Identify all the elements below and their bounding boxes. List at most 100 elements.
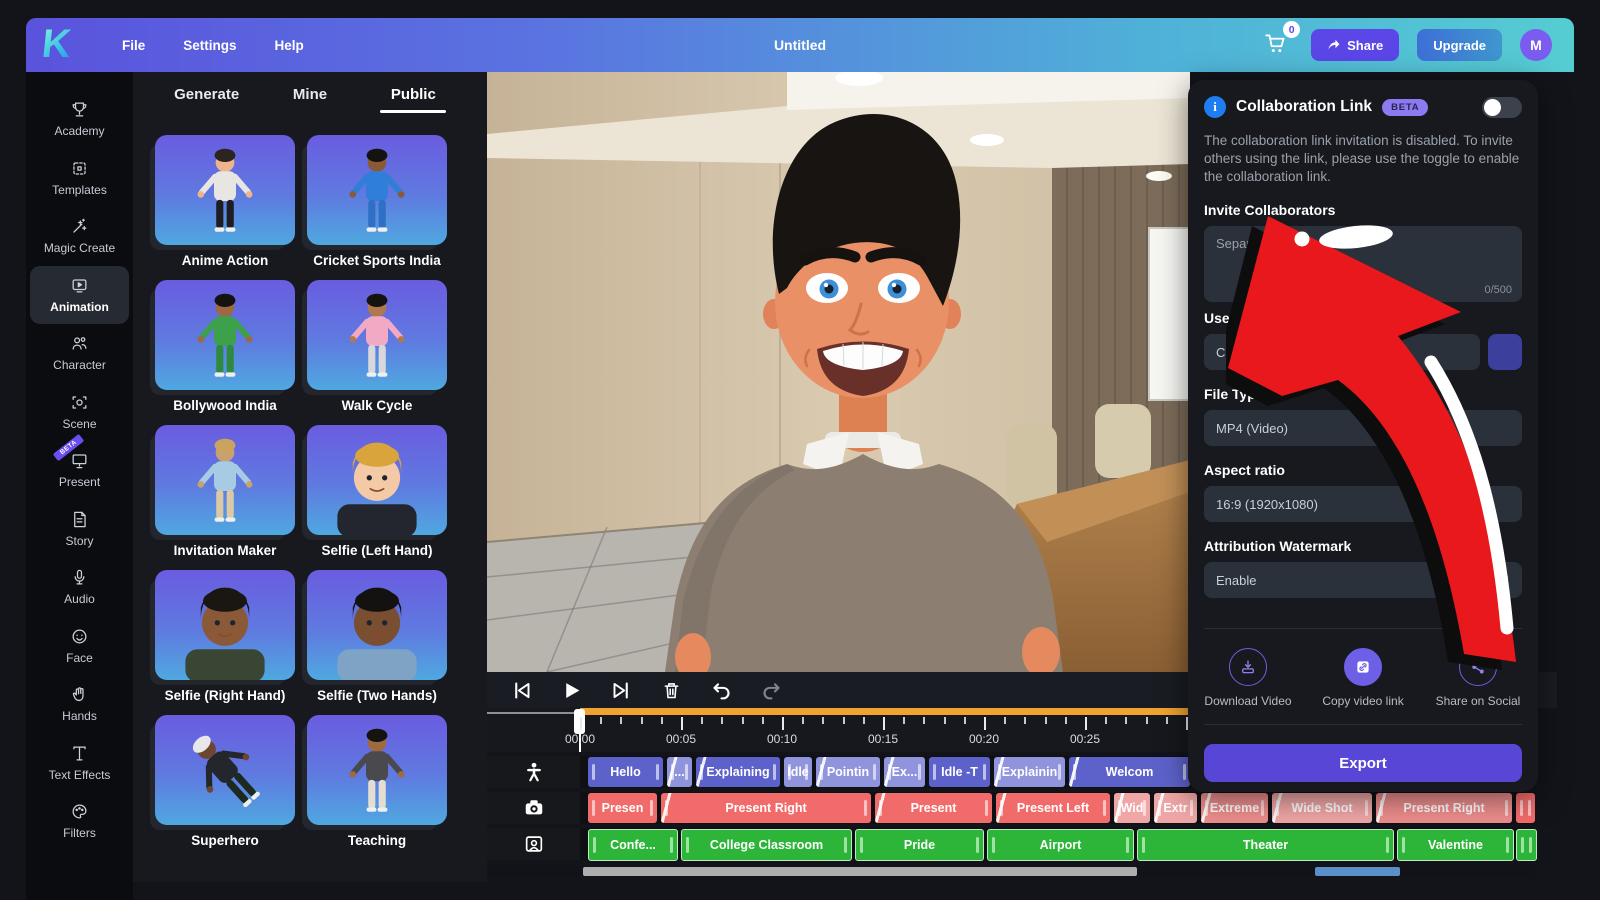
export-button[interactable]: Export [1204, 744, 1522, 782]
sidebar-item-story[interactable]: Story [30, 500, 129, 559]
sidebar-item-character[interactable]: Character [30, 324, 129, 383]
timeline-clip[interactable]: Explainin [994, 757, 1065, 787]
motion-track-header[interactable] [487, 756, 580, 788]
animation-thumbnail[interactable] [155, 715, 295, 825]
invite-collaborators-input[interactable]: Separate e 0/500 [1204, 226, 1522, 302]
sidebar-item-magic-create[interactable]: Magic Create [30, 207, 129, 266]
animation-thumbnail[interactable] [307, 570, 447, 680]
timeline-clip[interactable]: Explaining [696, 757, 780, 787]
cart-button[interactable]: 0 [1263, 30, 1293, 60]
timeline-clip[interactable]: College Classroom [681, 829, 852, 861]
timeline-clip[interactable]: Hello [588, 757, 663, 787]
timeline-clip[interactable]: Pride [855, 829, 984, 861]
animation-card[interactable]: Invitation Maker [155, 425, 295, 558]
scene-track-header[interactable] [487, 828, 580, 860]
timeline-clip[interactable]: Present Right [661, 793, 871, 823]
timeline-clip[interactable]: Present [875, 793, 992, 823]
animation-card[interactable]: Selfie (Two Hands) [307, 570, 447, 703]
animation-card-label: Walk Cycle [307, 390, 447, 413]
tab-public[interactable]: Public [362, 86, 465, 113]
tab-generate[interactable]: Generate [155, 86, 258, 113]
video-preview-canvas[interactable] [487, 72, 1190, 672]
animation-card[interactable]: Superhero [155, 715, 295, 848]
sidebar-item-text-effects[interactable]: Text Effects [30, 734, 129, 793]
redo-button[interactable] [759, 678, 783, 702]
timeline-clip[interactable]: Idle [784, 757, 812, 787]
transition-mark [1201, 793, 1221, 823]
collaboration-toggle[interactable] [1482, 97, 1522, 118]
timeline-scrollbar[interactable] [487, 866, 1535, 877]
animation-thumbnail[interactable] [307, 280, 447, 390]
timeline-clip[interactable]: Confe... [588, 829, 678, 861]
camera-track-header[interactable] [487, 792, 580, 824]
panel-description: The collaboration link invitation is dis… [1204, 132, 1524, 185]
download-video-action[interactable]: Download Video [1192, 648, 1304, 708]
timeline-clip[interactable]: Extreme [1201, 793, 1268, 823]
animation-thumbnail[interactable] [307, 715, 447, 825]
timeline-clip[interactable]: Wid [1114, 793, 1150, 823]
share-on-social-action[interactable]: Share on Social [1422, 648, 1534, 708]
animation-card[interactable]: Teaching [307, 715, 447, 848]
animation-card[interactable]: Bollywood India [155, 280, 295, 413]
skip-to-end-button[interactable] [609, 678, 633, 702]
delete-button[interactable] [659, 678, 683, 702]
copy-video-link-action[interactable]: Copy video link [1307, 648, 1419, 708]
animation-card[interactable]: Walk Cycle [307, 280, 447, 413]
timeline-clip[interactable]: Present Right [1376, 793, 1512, 823]
animation-card[interactable]: Selfie (Right Hand) [155, 570, 295, 703]
animation-card[interactable]: Selfie (Left Hand) [307, 425, 447, 558]
user-avatar[interactable]: M [1520, 29, 1552, 61]
sidebar-item-face[interactable]: Face [30, 617, 129, 676]
timeline-clip[interactable]: Airport [987, 829, 1134, 861]
timeline-clip[interactable]: ... [667, 757, 692, 787]
animation-thumbnail[interactable] [155, 570, 295, 680]
animation-thumbnail[interactable] [307, 425, 447, 535]
share-button[interactable]: Share [1311, 29, 1399, 61]
watermark-select[interactable]: Enable ∨ [1204, 562, 1522, 598]
sidebar-item-audio[interactable]: Audio [30, 558, 129, 617]
sidebar-item-present[interactable]: BETA Present [30, 441, 129, 500]
sidebar-item-scene[interactable]: Scene [30, 383, 129, 442]
sidebar-item-animation[interactable]: Animation [30, 266, 129, 325]
timeline-clip[interactable]: Presen [588, 793, 657, 823]
animation-card[interactable]: Anime Action [155, 135, 295, 268]
skip-to-start-button[interactable] [509, 678, 533, 702]
aspect-ratio-select[interactable]: 16:9 (1920x1080) [1204, 486, 1522, 522]
permission-select[interactable]: Can View [1204, 334, 1480, 370]
timeline-clip[interactable]: Theater [1137, 829, 1394, 861]
ruler-tick [721, 717, 723, 724]
sidebar-item-filters[interactable]: Filters [30, 792, 129, 851]
timeline-clip[interactable]: Valentine [1397, 829, 1514, 861]
animation-thumbnail[interactable] [307, 135, 447, 245]
sidebar-item-academy[interactable]: Academy [30, 90, 129, 149]
scrollbar-thumb[interactable] [583, 867, 1137, 876]
timeline-clip[interactable] [1516, 793, 1535, 823]
invite-send-button[interactable] [1488, 334, 1522, 370]
timeline-clip[interactable]: Idle -T [929, 757, 990, 787]
animation-card[interactable]: Cricket Sports India [307, 135, 447, 268]
sidebar-item-templates[interactable]: Templates [30, 149, 129, 208]
animation-thumbnail[interactable] [155, 280, 295, 390]
timeline-clip[interactable]: Pointin [816, 757, 880, 787]
timeline-clip[interactable]: Wide Shot [1272, 793, 1372, 823]
magic-wand-icon [70, 217, 89, 236]
file-type-select[interactable]: MP4 (Video) [1204, 410, 1522, 446]
invite-label: Invite Collaborators [1204, 202, 1335, 218]
upgrade-button[interactable]: Upgrade [1417, 29, 1502, 61]
undo-button[interactable] [709, 678, 733, 702]
scrollbar-thumb[interactable] [1315, 867, 1400, 876]
animation-thumbnail[interactable] [155, 425, 295, 535]
timeline-clip[interactable]: Welcom [1069, 757, 1190, 787]
play-button[interactable] [559, 678, 583, 702]
timeline-clip[interactable]: Present Left [996, 793, 1110, 823]
timeline-clip[interactable]: Ex... [884, 757, 925, 787]
animation-thumbnail[interactable] [155, 135, 295, 245]
timeline-clip[interactable]: Extr [1154, 793, 1197, 823]
ruler-tick [883, 717, 885, 730]
tab-mine[interactable]: Mine [258, 86, 361, 113]
sidebar-item-hands[interactable]: Hands [30, 675, 129, 734]
ruler-tick [681, 717, 683, 730]
trophy-icon [70, 100, 89, 119]
scene-icon [70, 393, 89, 412]
timeline-clip[interactable] [1516, 829, 1537, 861]
